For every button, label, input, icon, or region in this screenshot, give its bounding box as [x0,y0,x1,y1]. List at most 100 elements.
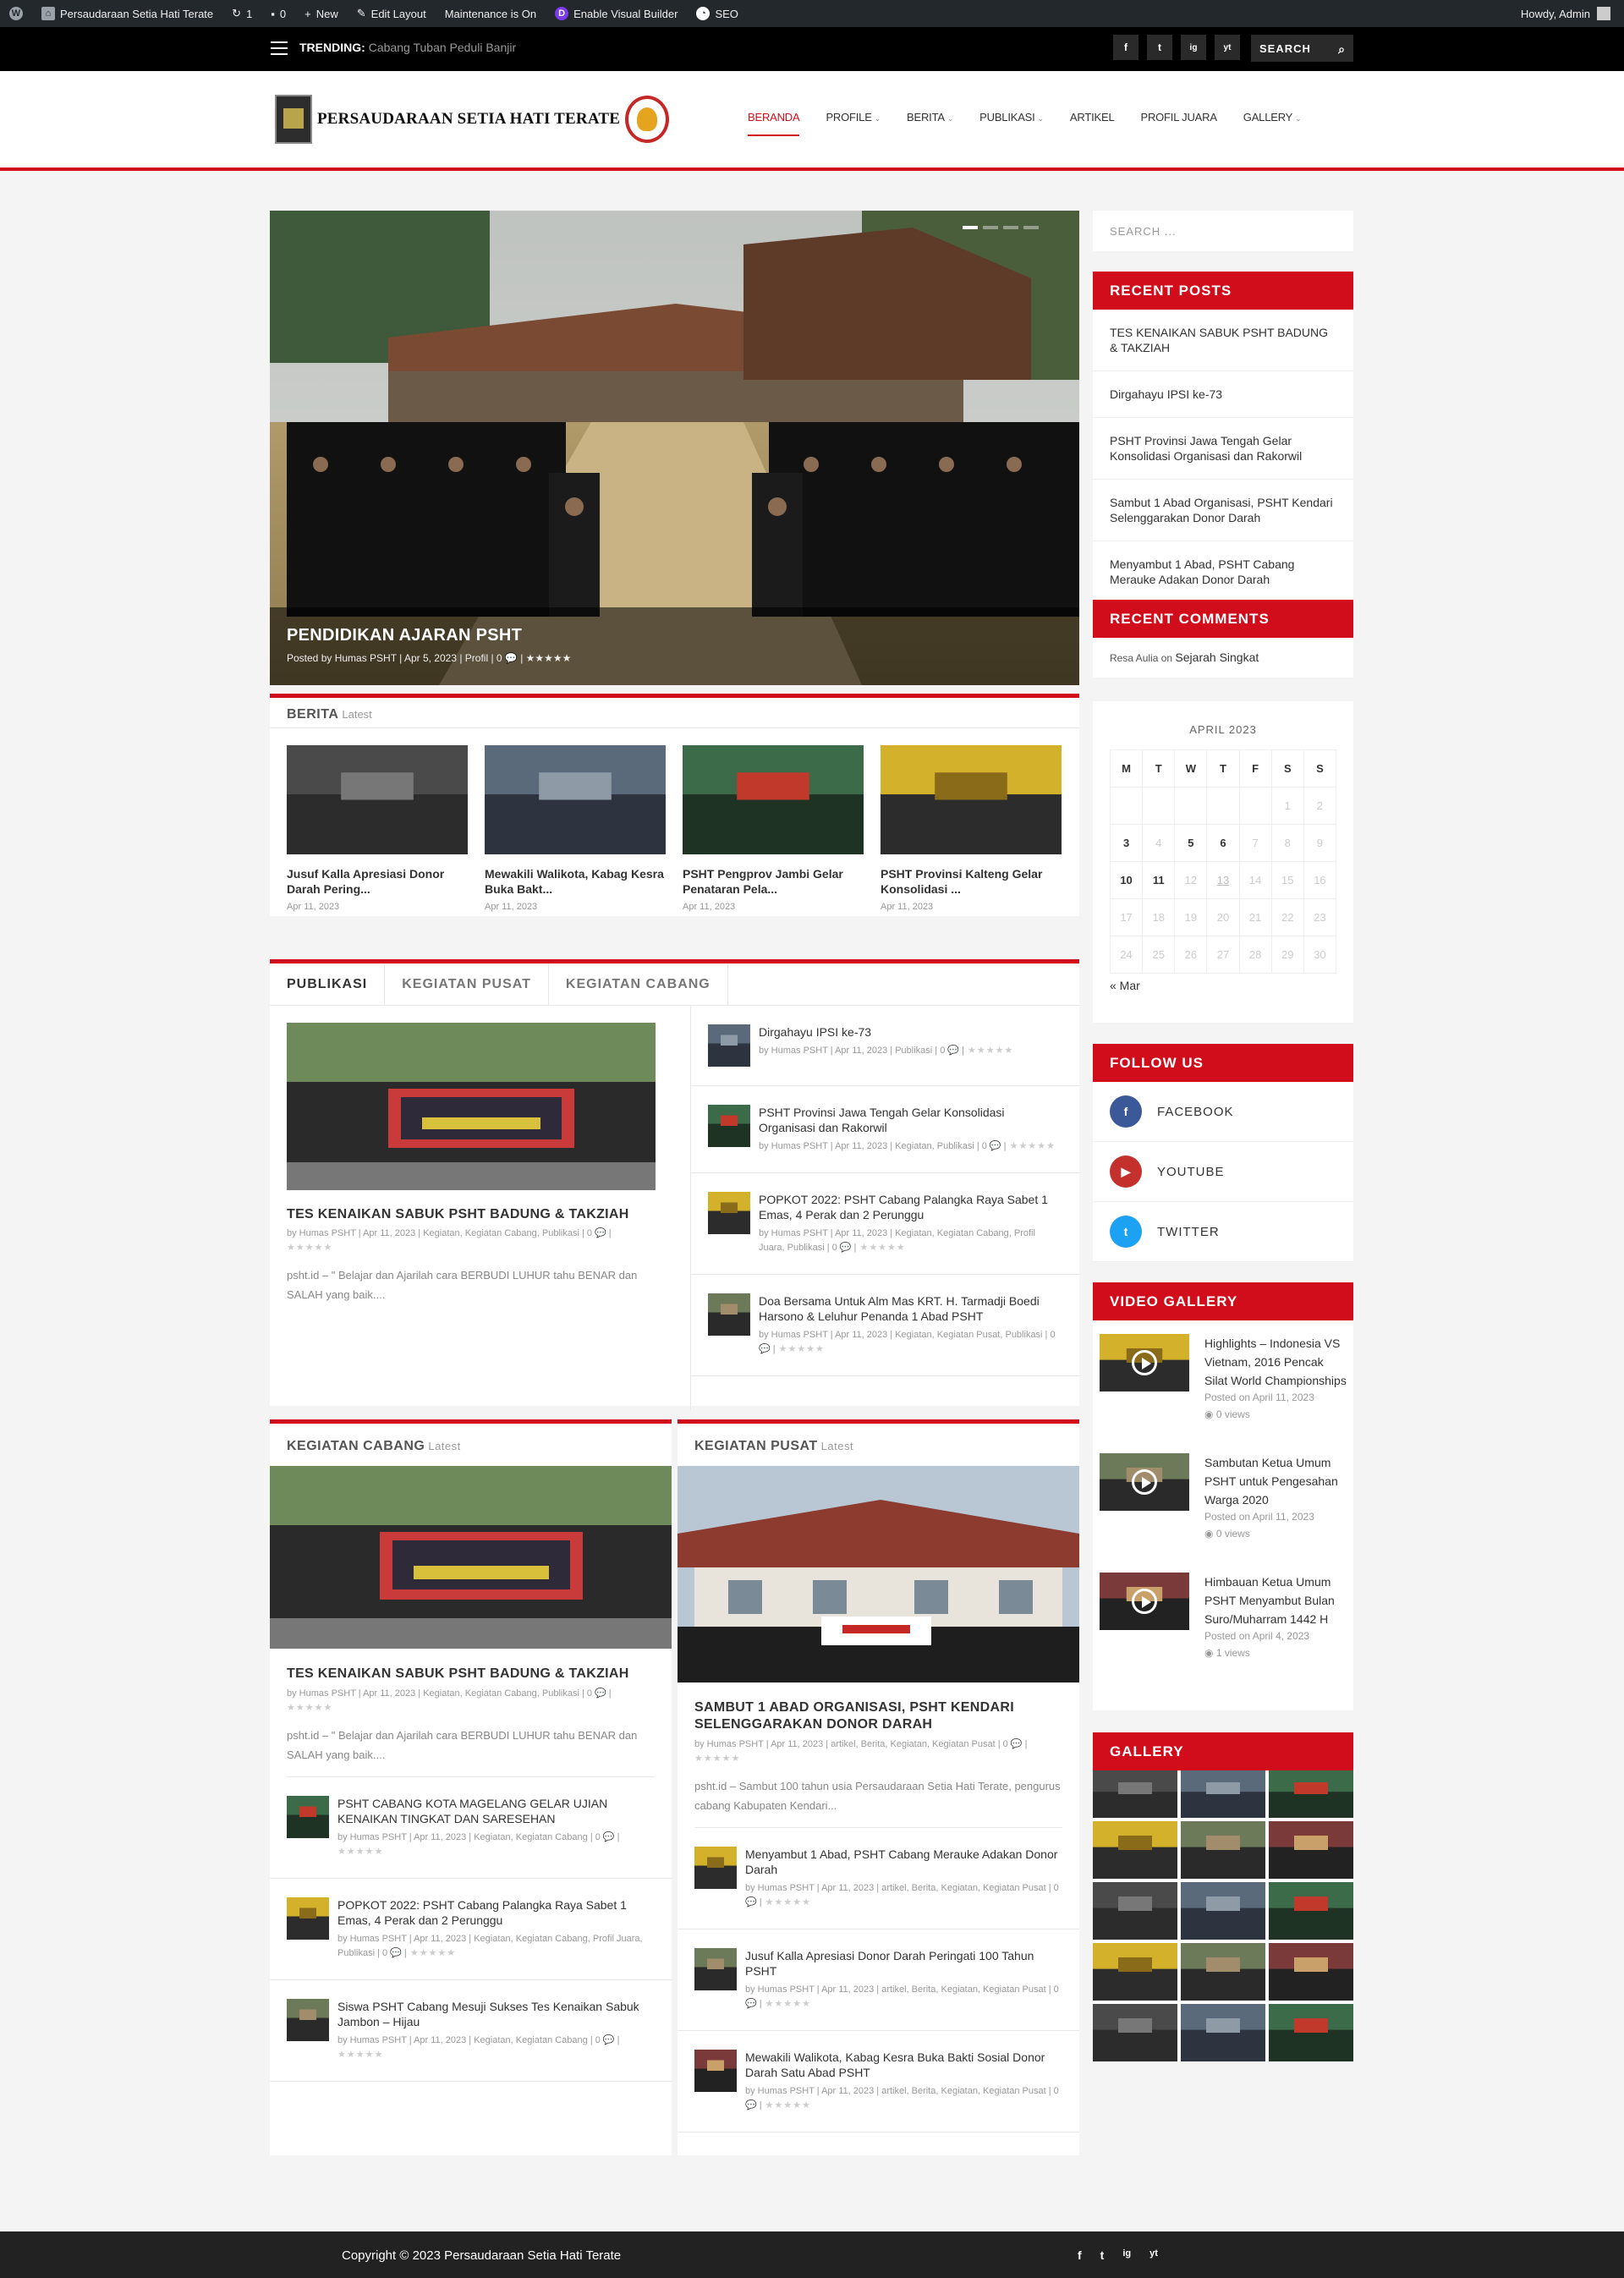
tab-kegiatan-cabang[interactable]: KEGIATAN CABANG [549,963,728,1005]
berita-item-title[interactable]: Jusuf Kalla Apresiasi Donor Darah Pering… [287,866,468,897]
list-item-title[interactable]: Jusuf Kalla Apresiasi Donor Darah Pering… [745,1948,1062,1979]
search-icon[interactable]: ⌕ [1338,42,1346,57]
gallery-thumbnail[interactable] [1093,1770,1177,1818]
list-item-title[interactable]: Doa Bersama Untuk Alm Mas KRT. H. Tarmad… [759,1293,1062,1324]
slider-dot[interactable] [963,226,978,229]
cabang-feature-image[interactable] [270,1466,672,1649]
gallery-thumbnail[interactable] [1181,2004,1265,2061]
calendar-day[interactable]: 10 [1109,861,1144,899]
gallery-thumbnail[interactable] [1181,1770,1265,1818]
berita-item[interactable]: Mewakili Walikota, Kabag Kesra Buka Bakt… [485,745,666,912]
menu-icon[interactable] [271,41,288,55]
featured-slider[interactable]: PENDIDIKAN AJARAN PSHT Posted by Humas P… [270,211,1079,685]
twitter-icon[interactable]: t [1100,2248,1105,2262]
list-item-title[interactable]: PSHT CABANG KOTA MAGELANG GELAR UJIAN KE… [337,1796,655,1826]
instagram-icon[interactable]: ig [1181,35,1206,60]
video-thumbnail[interactable] [1100,1334,1189,1392]
edit-layout-link[interactable]: ✎ Edit Layout [348,0,436,27]
video-title[interactable]: Sambutan Ketua Umum PSHT untuk Pengesaha… [1204,1453,1347,1509]
list-item[interactable]: Mewakili Walikota, Kabag Kesra Buka Bakt… [678,2031,1079,2133]
gallery-thumbnail[interactable] [1093,2004,1177,2061]
trending-ticker[interactable]: TRENDING: Cabang Tuban Peduli Banjir [299,41,516,54]
play-icon[interactable] [1132,1589,1157,1614]
video-thumbnail[interactable] [1100,1573,1189,1630]
gallery-thumbnail[interactable] [1093,1821,1177,1879]
berita-item-title[interactable]: PSHT Provinsi Kalteng Gelar Konsolidasi … [881,866,1062,897]
video-item[interactable]: Himbauan Ketua Umum PSHT Menyambut Bulan… [1093,1559,1353,1678]
berita-thumbnail[interactable] [881,745,1062,854]
wordpress-menu[interactable]: W [0,0,32,27]
youtube-icon[interactable]: yt [1149,2248,1158,2262]
gallery-thumbnail[interactable] [1181,1882,1265,1940]
list-item-title[interactable]: Menyambut 1 Abad, PSHT Cabang Merauke Ad… [745,1847,1062,1877]
list-thumbnail[interactable] [287,1999,329,2041]
list-item[interactable]: POPKOT 2022: PSHT Cabang Palangka Raya S… [691,1173,1079,1275]
berita-item-title[interactable]: PSHT Pengprov Jambi Gelar Penataran Pela… [683,866,864,897]
calendar-prev-link[interactable]: « Mar [1110,979,1336,992]
nav-item-profil-juara[interactable]: PROFIL JUARA [1140,111,1217,124]
gallery-thumbnail[interactable] [1269,2004,1353,2061]
list-item[interactable]: PSHT CABANG KOTA MAGELANG GELAR UJIAN KE… [270,1777,672,1879]
calendar-day[interactable]: 6 [1206,824,1240,862]
video-thumbnail[interactable] [1100,1453,1189,1511]
list-thumbnail[interactable] [708,1024,750,1067]
nav-item-beranda[interactable]: BERANDA [748,111,800,136]
list-thumbnail[interactable] [694,1847,737,1889]
play-icon[interactable] [1132,1469,1157,1495]
berita-item-title[interactable]: Mewakili Walikota, Kabag Kesra Buka Bakt… [485,866,666,897]
berita-item[interactable]: PSHT Pengprov Jambi Gelar Penataran Pela… [683,745,864,912]
gallery-thumbnail[interactable] [1181,1821,1265,1879]
maintenance-status[interactable]: Maintenance is On [436,0,546,27]
list-item[interactable]: Menyambut 1 Abad, PSHT Cabang Merauke Ad… [678,1828,1079,1929]
slide-title[interactable]: PENDIDIKAN AJARAN PSHT [287,626,1062,645]
list-thumbnail[interactable] [708,1192,750,1234]
visual-builder-link[interactable]: D Enable Visual Builder [546,0,687,27]
tab-publikasi[interactable]: PUBLIKASI [270,963,386,1005]
feature-title[interactable]: TES KENAIKAN SABUK PSHT BADUNG & TAKZIAH [287,1207,656,1222]
video-title[interactable]: Himbauan Ketua Umum PSHT Menyambut Bulan… [1204,1573,1347,1628]
top-search-box[interactable]: SEARCH ⌕ [1251,35,1353,62]
follow-facebook-link[interactable]: f FACEBOOK [1093,1082,1353,1142]
tab-kegiatan-pusat[interactable]: KEGIATAN PUSAT [385,963,549,1005]
comment-post-link[interactable]: Sejarah Singkat [1175,650,1259,664]
recent-post-link[interactable]: TES KENAIKAN SABUK PSHT BADUNG & TAKZIAH [1093,310,1353,371]
recent-post-link[interactable]: Menyambut 1 Abad, PSHT Cabang Merauke Ad… [1093,541,1353,603]
berita-thumbnail[interactable] [683,745,864,854]
recent-post-link[interactable]: PSHT Provinsi Jawa Tengah Gelar Konsolid… [1093,418,1353,480]
list-item-title[interactable]: Siswa PSHT Cabang Mesuji Sukses Tes Kena… [337,1999,655,2029]
updates-link[interactable]: ↻ 1 [222,0,261,27]
list-item[interactable]: POPKOT 2022: PSHT Cabang Palangka Raya S… [270,1879,672,1980]
account-menu[interactable]: Howdy, Admin [1521,7,1624,20]
list-item[interactable]: Siswa PSHT Cabang Mesuji Sukses Tes Kena… [270,1980,672,2082]
list-thumbnail[interactable] [708,1105,750,1147]
list-thumbnail[interactable] [694,1948,737,1990]
pusat-feature-image[interactable] [678,1466,1079,1682]
list-thumbnail[interactable] [708,1293,750,1336]
recent-post-link[interactable]: Sambut 1 Abad Organisasi, PSHT Kendari S… [1093,480,1353,541]
gallery-thumbnail[interactable] [1269,1770,1353,1818]
gallery-thumbnail[interactable] [1181,1943,1265,2001]
gallery-thumbnail[interactable] [1269,1821,1353,1879]
site-logo[interactable]: PERSAUDARAAN SETIA HATI TERATE [275,95,670,144]
feature-image[interactable] [287,1023,656,1190]
gallery-thumbnail[interactable] [1093,1943,1177,2001]
nav-item-artikel[interactable]: ARTIKEL [1070,111,1115,124]
trending-link[interactable]: Cabang Tuban Peduli Banjir [369,41,516,54]
nav-item-publikasi[interactable]: PUBLIKASI ⌄ [979,111,1044,124]
calendar-day[interactable]: 5 [1174,824,1208,862]
site-name-link[interactable]: ⌂ Persaudaraan Setia Hati Terate [32,0,222,27]
nav-item-gallery[interactable]: GALLERY ⌄ [1243,111,1302,124]
nav-item-berita[interactable]: BERITA ⌄ [907,111,953,124]
sidebar-search-input[interactable]: SEARCH ... [1093,211,1353,251]
list-item[interactable]: PSHT Provinsi Jawa Tengah Gelar Konsolid… [691,1086,1079,1173]
nav-item-profile[interactable]: PROFILE ⌄ [826,111,881,124]
facebook-icon[interactable]: f [1078,2248,1082,2262]
gallery-thumbnail[interactable] [1269,1943,1353,2001]
recent-post-link[interactable]: Dirgahayu IPSI ke-73 [1093,371,1353,418]
list-item-title[interactable]: Dirgahayu IPSI ke-73 [759,1024,1013,1040]
slider-dot[interactable] [1023,226,1039,229]
berita-thumbnail[interactable] [485,745,666,854]
slider-dot[interactable] [1003,226,1018,229]
list-thumbnail[interactable] [287,1897,329,1940]
berita-item[interactable]: PSHT Provinsi Kalteng Gelar Konsolidasi … [881,745,1062,912]
